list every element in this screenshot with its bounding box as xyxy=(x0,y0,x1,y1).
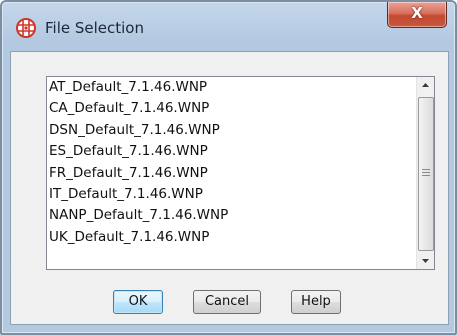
grip-icon xyxy=(422,169,430,176)
scroll-up-button[interactable] xyxy=(417,77,434,94)
scroll-up-arrow-icon xyxy=(422,83,429,87)
file-list-items: AT_Default_7.1.46.WNP CA_Default_7.1.46.… xyxy=(47,77,413,269)
close-button[interactable]: X xyxy=(387,2,447,28)
scroll-thumb[interactable] xyxy=(418,97,434,251)
file-list[interactable]: AT_Default_7.1.46.WNP CA_Default_7.1.46.… xyxy=(46,76,435,270)
dialog-content: AT_Default_7.1.46.WNP CA_Default_7.1.46.… xyxy=(10,51,449,325)
file-list-item[interactable]: UK_Default_7.1.46.WNP xyxy=(47,227,413,248)
close-icon: X xyxy=(411,4,423,22)
cancel-button[interactable]: Cancel xyxy=(193,290,261,314)
help-button[interactable]: Help xyxy=(291,290,341,314)
window-title: File Selection xyxy=(45,19,144,37)
scroll-down-button[interactable] xyxy=(417,252,434,269)
vertical-scrollbar[interactable] xyxy=(416,77,434,269)
file-list-item[interactable]: AT_Default_7.1.46.WNP xyxy=(47,77,413,98)
file-list-item[interactable]: DSN_Default_7.1.46.WNP xyxy=(47,120,413,141)
file-list-item[interactable]: FR_Default_7.1.46.WNP xyxy=(47,163,413,184)
file-list-item[interactable]: IT_Default_7.1.46.WNP xyxy=(47,184,413,205)
file-list-item[interactable]: CA_Default_7.1.46.WNP xyxy=(47,98,413,119)
button-row: OK Cancel Help xyxy=(11,290,448,314)
file-list-item[interactable]: NANP_Default_7.1.46.WNP xyxy=(47,205,413,226)
file-list-item[interactable]: ES_Default_7.1.46.WNP xyxy=(47,141,413,162)
ok-button[interactable]: OK xyxy=(113,290,163,314)
globe-grid-icon xyxy=(16,18,36,38)
scroll-down-arrow-icon xyxy=(422,259,429,263)
title-bar[interactable]: File Selection X xyxy=(2,2,455,52)
file-selection-dialog: File Selection X AT_Default_7.1.46.WNP C… xyxy=(0,0,457,335)
